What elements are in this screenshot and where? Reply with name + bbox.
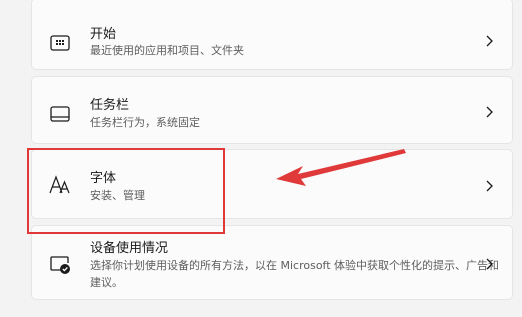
start-menu-icon [49,32,71,54]
settings-item-title: 任务栏 [90,98,130,113]
settings-item-fonts[interactable]: 字体 安装、管理 [31,149,513,219]
settings-item-taskbar[interactable]: 任务栏 任务栏行为，系统固定 [31,76,513,144]
chevron-right-icon [484,256,494,270]
settings-item-description: 任务栏行为，系统固定 [90,116,200,129]
settings-item-title: 设备使用情况 [90,241,169,256]
chevron-right-icon [484,33,494,47]
settings-item-title: 字体 [90,171,117,186]
settings-item-device-usage[interactable]: 设备使用情况 选择你计划使用设备的所有方法，以在 Microsoft 体验中获取… [31,225,513,300]
settings-item-start[interactable]: 开始 最近使用的应用和项目、文件夹 [31,0,513,70]
settings-personalization-page: 开始 最近使用的应用和项目、文件夹 任务栏 任务栏行为，系统固定 字体 安装、管… [0,0,522,317]
chevron-right-icon [484,178,494,192]
font-icon [49,174,71,196]
chevron-right-icon [484,104,494,118]
settings-item-description: 安装、管理 [90,189,145,202]
settings-item-description: 最近使用的应用和项目、文件夹 [90,44,244,57]
settings-item-title: 开始 [90,27,117,42]
device-usage-icon [49,253,71,275]
taskbar-icon [49,103,71,125]
settings-item-description: 选择你计划使用设备的所有方法，以在 Microsoft 体验中获取个性化的提示、… [90,259,500,289]
